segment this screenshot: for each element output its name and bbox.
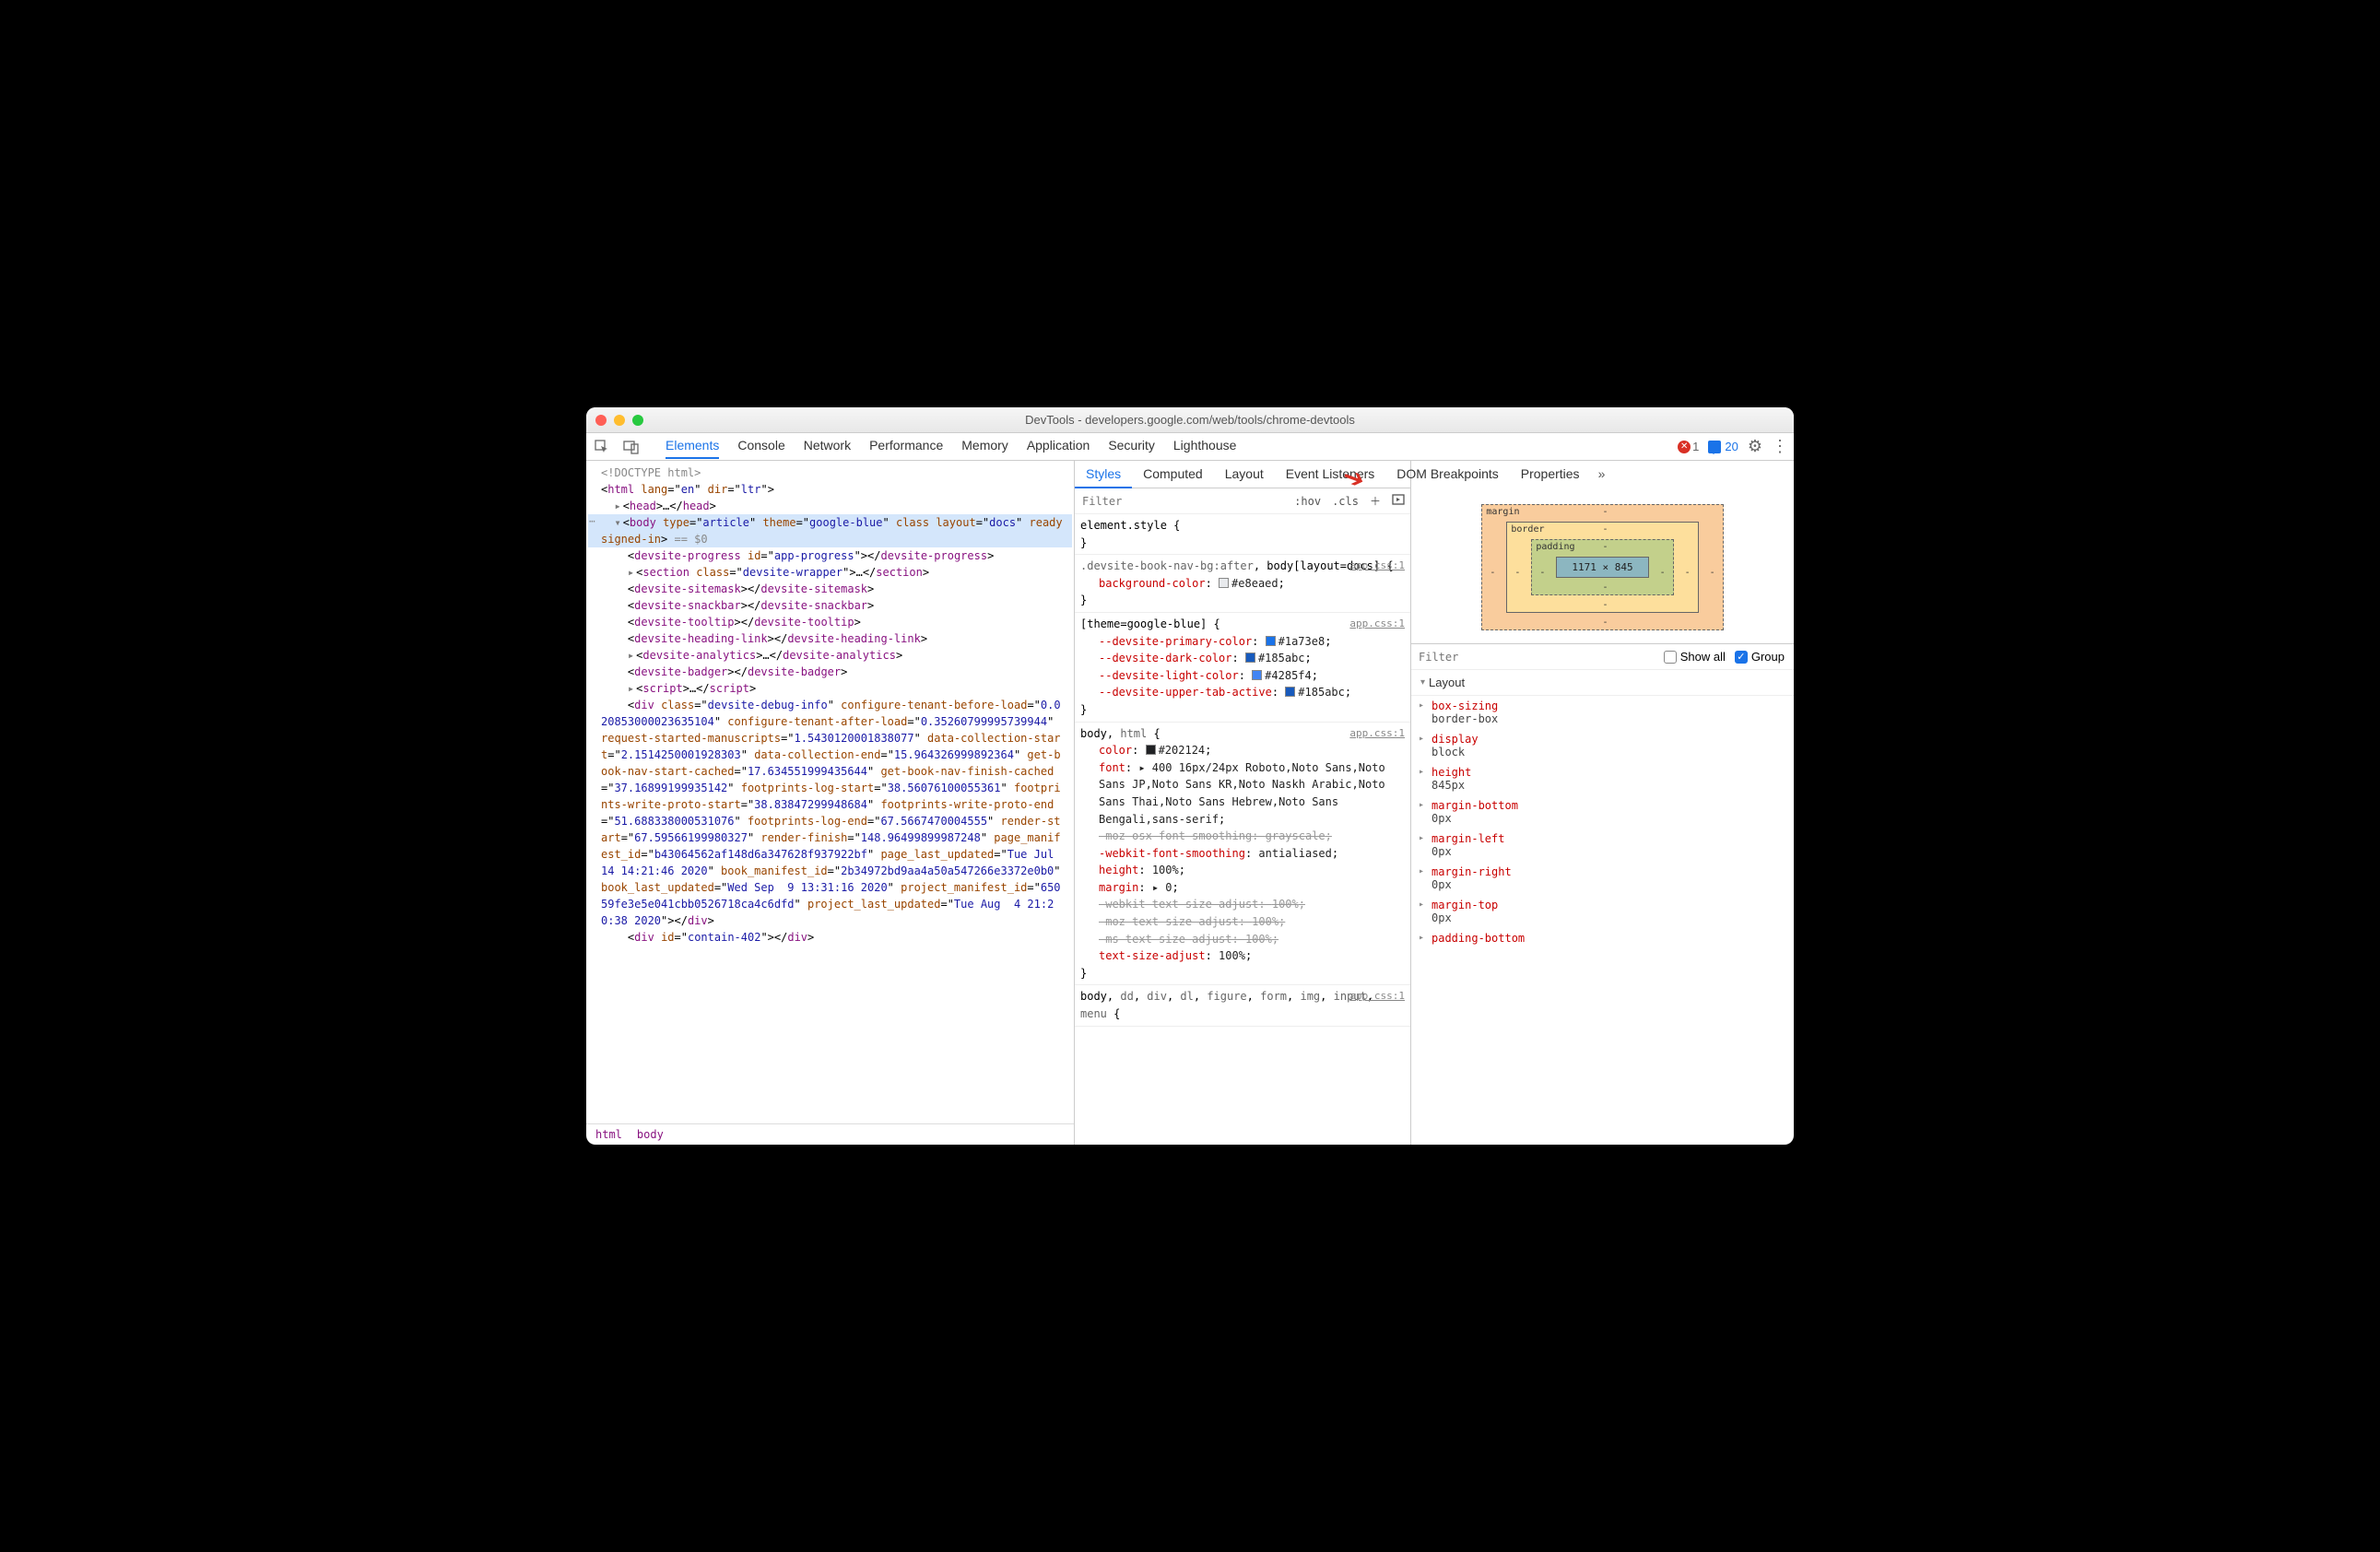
dom-node[interactable]: ▸<script>…</script> xyxy=(588,680,1072,697)
message-count-badge[interactable]: 20 xyxy=(1708,440,1738,453)
dom-node[interactable]: ▸<devsite-analytics>…</devsite-analytics… xyxy=(588,647,1072,664)
styles-tab-event-listeners[interactable]: Event Listeners xyxy=(1275,461,1386,488)
computed-filter-row: Show all ✓Group xyxy=(1411,644,1794,670)
bm-border[interactable]: border - - - - padding - - - - 11 xyxy=(1506,522,1698,613)
main-tab-application[interactable]: Application xyxy=(1027,434,1090,459)
main-tab-lighthouse[interactable]: Lighthouse xyxy=(1173,434,1237,459)
computed-property[interactable]: margin-right0px xyxy=(1411,862,1794,895)
bm-padding[interactable]: padding - - - - 1171 × 845 xyxy=(1531,539,1673,595)
rule-source-link[interactable]: app.css:1 xyxy=(1349,616,1405,631)
new-style-rule-icon[interactable]: ＋ xyxy=(1364,493,1386,509)
styles-panel: ➔ StylesComputedLayoutEvent ListenersDOM… xyxy=(1075,461,1411,1145)
rule-source-link[interactable]: app.css:1 xyxy=(1349,558,1405,573)
dom-node[interactable]: <devsite-sitemask></devsite-sitemask> xyxy=(588,581,1072,597)
rule-source-link[interactable]: app.css:1 xyxy=(1349,988,1405,1004)
group-checkbox[interactable]: ✓Group xyxy=(1735,650,1785,664)
box-model-diagram[interactable]: margin - - - - border - - - - padding xyxy=(1411,491,1794,644)
bm-content[interactable]: 1171 × 845 xyxy=(1556,557,1648,578)
dom-node[interactable]: <div class="devsite-debug-info" configur… xyxy=(588,697,1072,929)
main-tab-memory[interactable]: Memory xyxy=(961,434,1008,459)
hov-toggle-button[interactable]: :hov xyxy=(1289,495,1326,508)
styles-filter-row: :hov .cls ＋ xyxy=(1075,488,1410,514)
window-title: DevTools - developers.google.com/web/too… xyxy=(586,413,1794,427)
computed-property[interactable]: margin-top0px xyxy=(1411,895,1794,928)
styles-filter-input[interactable] xyxy=(1075,495,1289,508)
computed-property[interactable]: box-sizingborder-box xyxy=(1411,696,1794,729)
computed-filter-input[interactable] xyxy=(1411,651,1664,664)
dom-node[interactable]: <div id="contain-402"></div> xyxy=(588,929,1072,946)
dom-node[interactable]: ▸<section class="devsite-wrapper">…</sec… xyxy=(588,564,1072,581)
dom-node[interactable]: <html lang="en" dir="ltr"> xyxy=(588,481,1072,498)
content-area: <!DOCTYPE html><html lang="en" dir="ltr"… xyxy=(586,461,1794,1145)
computed-property[interactable]: height845px xyxy=(1411,762,1794,795)
main-tab-console[interactable]: Console xyxy=(737,434,784,459)
styles-rules[interactable]: element.style {}app.css:1.devsite-book-n… xyxy=(1075,514,1410,1145)
elements-panel: <!DOCTYPE html><html lang="en" dir="ltr"… xyxy=(586,461,1075,1145)
main-tab-performance[interactable]: Performance xyxy=(869,434,943,459)
styles-tabs-overflow-icon[interactable]: » xyxy=(1591,461,1613,488)
main-toolbar: Elements Console Network Performance Memory A… xyxy=(586,433,1794,461)
computed-property[interactable]: displayblock xyxy=(1411,729,1794,762)
rule-source-link[interactable]: app.css:1 xyxy=(1349,725,1405,741)
dom-breadcrumb[interactable]: html body xyxy=(586,1123,1074,1145)
css-rule[interactable]: app.css:1[theme=google-blue] {--devsite-… xyxy=(1075,613,1410,723)
toggle-computed-icon[interactable] xyxy=(1386,494,1410,508)
css-rule[interactable]: app.css:1body, dd, div, dl, figure, form… xyxy=(1075,985,1410,1026)
styles-subtabs: StylesComputedLayoutEvent ListenersDOM B… xyxy=(1075,461,1410,488)
dom-node[interactable]: <devsite-tooltip></devsite-tooltip> xyxy=(588,614,1072,630)
close-window-button[interactable] xyxy=(595,415,607,426)
message-icon xyxy=(1708,441,1721,453)
styles-tab-layout[interactable]: Layout xyxy=(1214,461,1275,488)
dom-node[interactable]: ▸<head>…</head> xyxy=(588,498,1072,514)
breadcrumb-item[interactable]: body xyxy=(637,1128,664,1141)
main-tabs: Elements Console Network Performance Memory A… xyxy=(666,434,1236,459)
layout-section-header[interactable]: ▾Layout xyxy=(1411,670,1794,696)
styles-tab-dom-breakpoints[interactable]: DOM Breakpoints xyxy=(1385,461,1509,488)
styles-tab-computed[interactable]: Computed xyxy=(1132,461,1214,488)
dom-node[interactable]: <!DOCTYPE html> xyxy=(588,464,1072,481)
show-all-checkbox[interactable]: Show all xyxy=(1664,650,1726,664)
device-toggle-icon[interactable] xyxy=(623,439,640,455)
error-icon: ✕ xyxy=(1678,441,1691,453)
breadcrumb-item[interactable]: html xyxy=(595,1128,622,1141)
error-count-badge[interactable]: ✕ 1 xyxy=(1678,440,1699,453)
dom-node[interactable]: <devsite-heading-link></devsite-heading-… xyxy=(588,630,1072,647)
styles-tab-styles[interactable]: Styles xyxy=(1075,461,1132,488)
computed-properties[interactable]: ▾Layout box-sizingborder-boxdisplayblock… xyxy=(1411,670,1794,1145)
window-controls xyxy=(595,415,643,426)
dom-node[interactable]: <devsite-snackbar></devsite-snackbar> xyxy=(588,597,1072,614)
css-rule[interactable]: app.css:1body, html {color: #202124;font… xyxy=(1075,723,1410,986)
computed-property[interactable]: margin-left0px xyxy=(1411,829,1794,862)
styles-tab-properties[interactable]: Properties xyxy=(1510,461,1591,488)
dom-node[interactable]: <devsite-progress id="app-progress"></de… xyxy=(588,547,1072,564)
inspect-element-icon[interactable] xyxy=(594,439,610,455)
more-menu-icon[interactable]: ⋮ xyxy=(1772,437,1786,456)
cls-toggle-button[interactable]: .cls xyxy=(1326,495,1364,508)
computed-panel: margin - - - - border - - - - padding xyxy=(1411,461,1794,1145)
dom-tree[interactable]: <!DOCTYPE html><html lang="en" dir="ltr"… xyxy=(586,461,1074,1123)
dom-node[interactable]: <devsite-badger></devsite-badger> xyxy=(588,664,1072,680)
bm-margin[interactable]: margin - - - - border - - - - padding xyxy=(1481,504,1723,630)
main-tab-elements[interactable]: Elements xyxy=(666,434,719,459)
minimize-window-button[interactable] xyxy=(614,415,625,426)
main-tab-security[interactable]: Security xyxy=(1108,434,1155,459)
css-rule[interactable]: element.style {} xyxy=(1075,514,1410,555)
titlebar[interactable]: DevTools - developers.google.com/web/too… xyxy=(586,407,1794,433)
dom-node[interactable]: ▾<body type="article" theme="google-blue… xyxy=(588,514,1072,547)
main-tab-network[interactable]: Network xyxy=(804,434,851,459)
computed-property[interactable]: padding-bottom xyxy=(1411,928,1794,948)
devtools-window: DevTools - developers.google.com/web/too… xyxy=(586,407,1794,1145)
css-rule[interactable]: app.css:1.devsite-book-nav-bg:after, bod… xyxy=(1075,555,1410,613)
settings-gear-icon[interactable]: ⚙ xyxy=(1748,437,1762,456)
computed-property[interactable]: margin-bottom0px xyxy=(1411,795,1794,829)
zoom-window-button[interactable] xyxy=(632,415,643,426)
